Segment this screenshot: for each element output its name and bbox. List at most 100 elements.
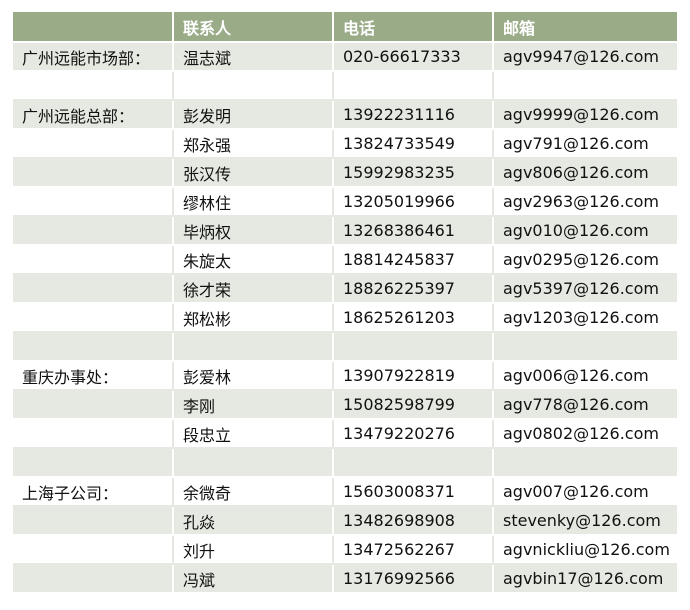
- cell-department: [13, 448, 174, 478]
- cell-email: agv0802@126.com: [493, 419, 677, 449]
- table-row: [13, 448, 677, 478]
- cell-contact-name: [173, 71, 334, 101]
- table-header-row: 联系人 电话 邮箱: [13, 12, 677, 43]
- cell-email: agv9947@126.com: [493, 42, 677, 72]
- table-row: 缪林住 13205019966 agv2963@126.com: [13, 187, 677, 217]
- cell-email: [493, 448, 677, 478]
- cell-email: [493, 71, 677, 101]
- cell-contact-name: 彭爱林: [173, 361, 334, 391]
- cell-email: agv791@126.com: [493, 129, 677, 159]
- cell-contact-name: 李刚: [173, 390, 334, 420]
- cell-phone: 13176992566: [333, 564, 494, 594]
- cell-email: agv2963@126.com: [493, 187, 677, 217]
- cell-phone: 13268386461: [333, 216, 494, 246]
- header-department: [13, 12, 174, 43]
- cell-contact-name: 朱旋太: [173, 245, 334, 275]
- contact-table: 联系人 电话 邮箱 广州远能市场部： 温志斌 020-66617333 agv9947…: [13, 12, 677, 594]
- cell-department: [13, 245, 174, 275]
- cell-phone: 18625261203: [333, 303, 494, 333]
- cell-department: 上海子公司：: [13, 477, 174, 507]
- cell-department: 重庆办事处：: [13, 361, 174, 391]
- cell-contact-name: 徐才荣: [173, 274, 334, 304]
- cell-phone: 13482698908: [333, 506, 494, 536]
- cell-phone: 13472562267: [333, 535, 494, 565]
- table-row: 张汉传 15992983235 agv806@126.com: [13, 158, 677, 188]
- table-row: 刘升 13472562267 agvnickliu@126.com: [13, 535, 677, 565]
- contact-table-container: 联系人 电话 邮箱 广州远能市场部： 温志斌 020-66617333 agv9947…: [13, 12, 677, 594]
- cell-department: [13, 303, 174, 333]
- cell-phone: 13479220276: [333, 419, 494, 449]
- cell-department: [13, 71, 174, 101]
- cell-phone: 18814245837: [333, 245, 494, 275]
- cell-contact-name: 郑永强: [173, 129, 334, 159]
- cell-department: [13, 419, 174, 449]
- cell-email: agv007@126.com: [493, 477, 677, 507]
- table-row: 广州远能总部： 彭发明 13922231116 agv9999@126.com: [13, 100, 677, 130]
- cell-department: [13, 564, 174, 594]
- cell-contact-name: 毕炳权: [173, 216, 334, 246]
- cell-contact-name: 余微奇: [173, 477, 334, 507]
- cell-contact-name: 刘升: [173, 535, 334, 565]
- cell-department: 广州远能市场部：: [13, 42, 174, 72]
- header-phone: 电话: [333, 12, 494, 43]
- table-row: 重庆办事处： 彭爱林 13907922819 agv006@126.com: [13, 361, 677, 391]
- table-row: 朱旋太 18814245837 agv0295@126.com: [13, 245, 677, 275]
- cell-email: agv5397@126.com: [493, 274, 677, 304]
- cell-email: stevenky@126.com: [493, 506, 677, 536]
- table-row: 冯斌 13176992566 agvbin17@126.com: [13, 564, 677, 594]
- cell-phone: 13824733549: [333, 129, 494, 159]
- cell-email: agv010@126.com: [493, 216, 677, 246]
- cell-email: agv9999@126.com: [493, 100, 677, 130]
- cell-department: [13, 187, 174, 217]
- table-row: 郑松彬 18625261203 agv1203@126.com: [13, 303, 677, 333]
- header-contact: 联系人: [173, 12, 334, 43]
- cell-email: agv006@126.com: [493, 361, 677, 391]
- cell-contact-name: 彭发明: [173, 100, 334, 130]
- table-row: 郑永强 13824733549 agv791@126.com: [13, 129, 677, 159]
- cell-phone: [333, 332, 494, 362]
- cell-contact-name: 段忠立: [173, 419, 334, 449]
- cell-contact-name: [173, 448, 334, 478]
- table-row: 段忠立 13479220276 agv0802@126.com: [13, 419, 677, 449]
- table-row: 孔焱 13482698908 stevenky@126.com: [13, 506, 677, 536]
- cell-phone: 13205019966: [333, 187, 494, 217]
- cell-phone: 13922231116: [333, 100, 494, 130]
- cell-department: [13, 158, 174, 188]
- cell-department: [13, 390, 174, 420]
- cell-department: [13, 332, 174, 362]
- cell-contact-name: 温志斌: [173, 42, 334, 72]
- cell-phone: [333, 71, 494, 101]
- cell-email: agv1203@126.com: [493, 303, 677, 333]
- cell-department: [13, 506, 174, 536]
- cell-contact-name: 孔焱: [173, 506, 334, 536]
- cell-department: [13, 216, 174, 246]
- table-row: [13, 332, 677, 362]
- cell-contact-name: [173, 332, 334, 362]
- header-email: 邮箱: [493, 12, 677, 43]
- table-body: 广州远能市场部： 温志斌 020-66617333 agv9947@126.com 广州…: [13, 42, 677, 594]
- table-row: 上海子公司： 余微奇 15603008371 agv007@126.com: [13, 477, 677, 507]
- cell-email: agv0295@126.com: [493, 245, 677, 275]
- cell-contact-name: 张汉传: [173, 158, 334, 188]
- table-row: 毕炳权 13268386461 agv010@126.com: [13, 216, 677, 246]
- cell-email: agvnickliu@126.com: [493, 535, 677, 565]
- cell-email: agvbin17@126.com: [493, 564, 677, 594]
- cell-email: agv778@126.com: [493, 390, 677, 420]
- table-row: 李刚 15082598799 agv778@126.com: [13, 390, 677, 420]
- cell-phone: 18826225397: [333, 274, 494, 304]
- cell-phone: 15992983235: [333, 158, 494, 188]
- cell-contact-name: 郑松彬: [173, 303, 334, 333]
- table-row: [13, 71, 677, 101]
- cell-contact-name: 冯斌: [173, 564, 334, 594]
- cell-department: [13, 129, 174, 159]
- cell-phone: 020-66617333: [333, 42, 494, 72]
- cell-department: 广州远能总部：: [13, 100, 174, 130]
- cell-phone: [333, 448, 494, 478]
- cell-phone: 13907922819: [333, 361, 494, 391]
- cell-department: [13, 535, 174, 565]
- cell-phone: 15082598799: [333, 390, 494, 420]
- cell-phone: 15603008371: [333, 477, 494, 507]
- table-row: 广州远能市场部： 温志斌 020-66617333 agv9947@126.com: [13, 42, 677, 72]
- cell-email: agv806@126.com: [493, 158, 677, 188]
- table-row: 徐才荣 18826225397 agv5397@126.com: [13, 274, 677, 304]
